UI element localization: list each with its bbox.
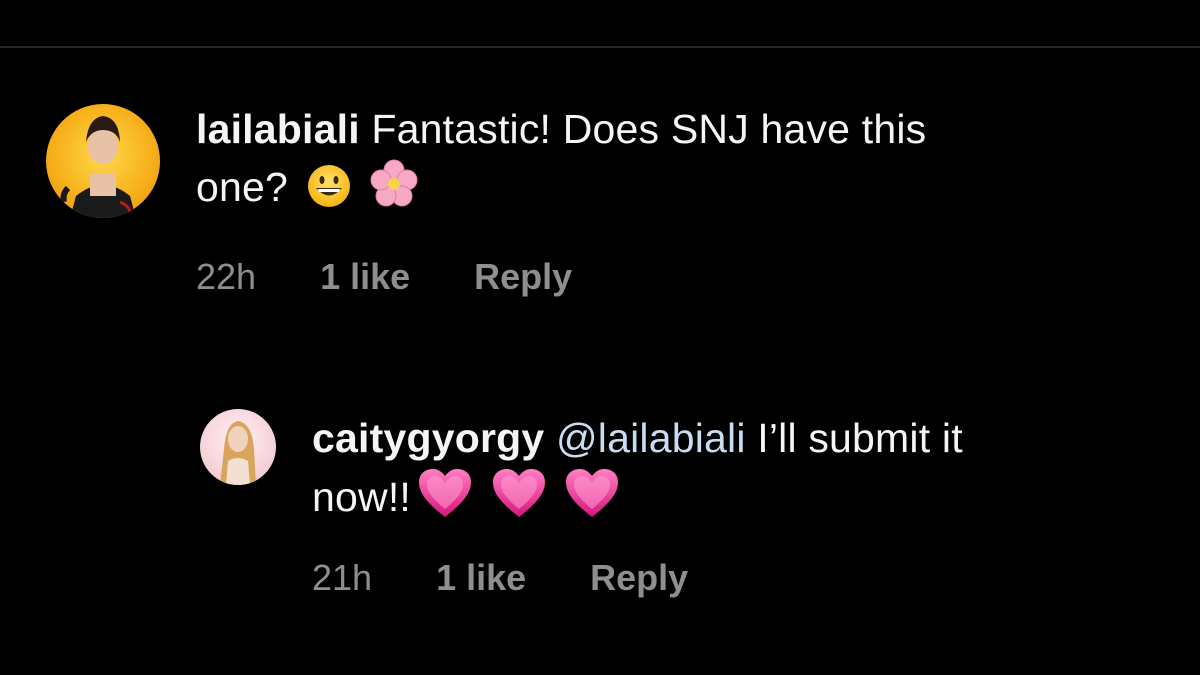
comment-text-line2: now!! bbox=[312, 474, 411, 520]
comment-username[interactable]: lailabiali bbox=[196, 106, 360, 152]
comment-body: lailabiali Fantastic! Does SNJ have this… bbox=[196, 100, 926, 224]
cherry-blossom-emoji bbox=[369, 159, 419, 224]
comment-timestamp: 22h bbox=[196, 256, 257, 297]
comment-timestamp: 21h bbox=[312, 557, 373, 598]
comment-like-count[interactable]: 1 like bbox=[320, 256, 410, 298]
pink-heart-emoji bbox=[417, 467, 473, 534]
comment-text-line1: I’ll submit it bbox=[757, 415, 963, 461]
grinning-face-emoji bbox=[306, 163, 352, 224]
top-divider bbox=[0, 46, 1200, 48]
reply-button[interactable]: Reply bbox=[474, 256, 572, 298]
mention-link[interactable]: @lailabiali bbox=[556, 415, 746, 461]
avatar[interactable] bbox=[46, 104, 160, 218]
comment-username[interactable]: caitygyorgy bbox=[312, 415, 544, 461]
comment-meta: 22h 1 like Reply bbox=[196, 256, 572, 298]
comment-text-line1: Fantastic! Does SNJ have this bbox=[371, 106, 927, 152]
pink-heart-emoji bbox=[564, 467, 620, 534]
avatar-image bbox=[60, 116, 142, 218]
avatar-image bbox=[220, 421, 256, 485]
reply-button[interactable]: Reply bbox=[590, 557, 688, 599]
comment-body: caitygyorgy @lailabiali I’ll submit it n… bbox=[312, 409, 963, 534]
comment-like-count[interactable]: 1 like bbox=[436, 557, 526, 599]
comment-text-line2: one? bbox=[196, 164, 289, 210]
comments-screen: lailabiali Fantastic! Does SNJ have this… bbox=[0, 0, 1200, 675]
avatar[interactable] bbox=[200, 409, 276, 485]
pink-heart-emoji bbox=[491, 467, 547, 534]
comment-meta: 21h 1 like Reply bbox=[312, 557, 688, 599]
